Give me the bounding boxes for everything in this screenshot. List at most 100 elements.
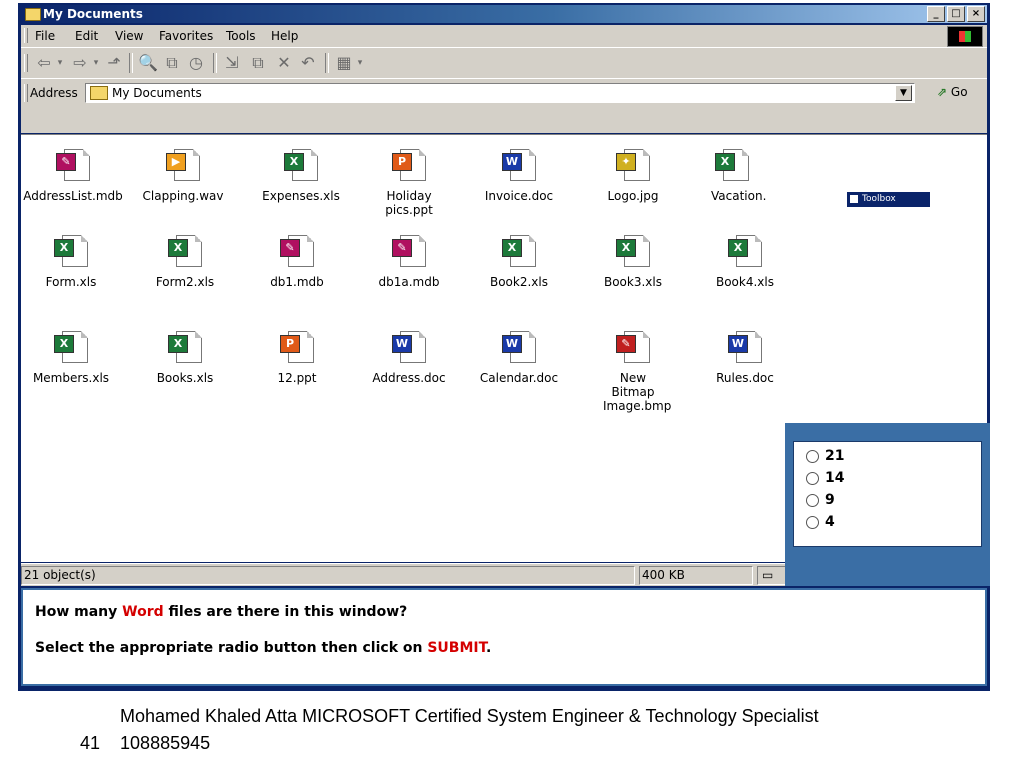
file-name: Book4.xls (715, 275, 774, 289)
word-file-icon: W (502, 331, 536, 365)
toolbox-tab[interactable]: Toolbox (846, 191, 931, 208)
file-name: Expenses.xls (262, 189, 340, 203)
toolbar-separator (129, 53, 133, 73)
file-name: Books.xls (156, 371, 214, 385)
minimize-button[interactable]: _ (927, 6, 945, 22)
address-grip[interactable] (24, 84, 28, 102)
forward-dropdown-icon[interactable]: ▾ (91, 52, 101, 74)
views-icon[interactable]: ▦ (333, 52, 355, 74)
back-icon[interactable]: ⇦ (33, 52, 55, 74)
file-item[interactable]: ✎ New Bitmap Image.bmp (583, 331, 683, 413)
search-icon[interactable]: 🔍 (137, 52, 159, 74)
file-item[interactable]: ✎ db1.mdb (247, 235, 347, 289)
address-dropdown-icon[interactable]: ▼ (895, 85, 912, 101)
back-dropdown-icon[interactable]: ▾ (55, 52, 65, 74)
file-name: db1.mdb (270, 275, 324, 289)
history-icon[interactable]: ◷ (185, 52, 207, 74)
go-arrow-icon: ⇗ (937, 85, 948, 99)
views-dropdown-icon[interactable]: ▾ (355, 52, 365, 74)
file-item[interactable]: X Book4.xls (695, 235, 795, 289)
excel-file-icon: X (54, 331, 88, 365)
radio-button[interactable] (806, 515, 819, 529)
file-item[interactable]: X Form2.xls (135, 235, 235, 289)
file-item[interactable]: W Calendar.doc (469, 331, 569, 385)
window-chrome: File Edit View Favorites Tools Help ⇦ ▾ … (21, 25, 987, 133)
file-name: db1a.mdb (378, 275, 440, 289)
image-file-icon: ✦ (616, 149, 650, 183)
toolbar-separator (213, 53, 217, 73)
answer-option[interactable]: 4 (806, 514, 835, 530)
file-item[interactable]: W Invoice.doc (469, 149, 569, 203)
up-folder-icon[interactable]: ⬏ (103, 52, 125, 74)
file-name: New Bitmap Image.bmp (603, 371, 672, 413)
answer-panel: 21 14 9 4 (785, 423, 990, 586)
file-item[interactable]: ✎ db1a.mdb (359, 235, 459, 289)
move-to-icon[interactable]: ⇲ (221, 52, 243, 74)
menu-tools[interactable]: Tools (226, 29, 256, 43)
menu-edit[interactable]: Edit (75, 29, 98, 43)
folder-icon (90, 86, 108, 100)
file-name: Book2.xls (489, 275, 548, 289)
menu-file[interactable]: File (35, 29, 55, 43)
file-item[interactable]: P 12.ppt (247, 331, 347, 385)
answer-option[interactable]: 14 (806, 470, 844, 486)
radio-button[interactable] (806, 471, 819, 485)
folder-icon (25, 8, 41, 21)
file-item[interactable]: X Book3.xls (583, 235, 683, 289)
file-item[interactable]: ✎ AddressList.mdb (23, 149, 123, 203)
title-bar[interactable]: My Documents _ □ × (21, 5, 987, 23)
word-file-icon: W (502, 149, 536, 183)
footer-info: 41 108885945 (80, 733, 210, 754)
file-item[interactable]: W Rules.doc (695, 331, 795, 385)
answer-option[interactable]: 21 (806, 448, 844, 464)
menu-grip[interactable] (24, 28, 28, 43)
phone-number: 108885945 (120, 733, 211, 753)
file-name: Clapping.wav (142, 189, 224, 203)
excel-file-icon: X (168, 331, 202, 365)
toolbar-grip[interactable] (24, 54, 28, 72)
go-label: Go (950, 85, 968, 99)
address-input[interactable]: My Documents ▼ (85, 83, 915, 103)
file-name: Address.doc (372, 371, 446, 385)
file-item[interactable]: ✦ Logo.jpg (583, 149, 683, 203)
menu-help[interactable]: Help (271, 29, 298, 43)
explorer-window: My Documents _ □ × File Edit View Favori… (18, 3, 990, 691)
undo-icon[interactable]: ↶ (297, 52, 319, 74)
answer-options: 21 14 9 4 (793, 441, 982, 547)
standard-toolbar: ⇦ ▾ ⇨ ▾ ⬏ 🔍 ⧉ ◷ ⇲ ⧉ ✕ ↶ ▦ ▾ (21, 48, 987, 79)
go-button[interactable]: ⇗ Go (937, 85, 968, 99)
status-object-count: 21 object(s) (21, 566, 635, 585)
file-item[interactable]: ▶ Clapping.wav (133, 149, 233, 203)
file-name: Book3.xls (603, 275, 662, 289)
menu-favorites[interactable]: Favorites (159, 29, 213, 43)
file-name: Members.xls (32, 371, 110, 385)
file-item[interactable]: W Address.doc (359, 331, 459, 385)
file-item[interactable]: P Holiday pics.ppt (359, 149, 459, 217)
delete-icon[interactable]: ✕ (273, 52, 295, 74)
file-item[interactable]: X Vacation. (711, 149, 811, 203)
file-name: Form2.xls (155, 275, 215, 289)
maximize-button[interactable]: □ (947, 6, 965, 22)
file-item[interactable]: X Form.xls (21, 235, 121, 289)
file-name: Invoice.doc (484, 189, 554, 203)
folders-icon[interactable]: ⧉ (161, 52, 183, 74)
footer-credit: Mohamed Khaled Atta MICROSOFT Certified … (120, 706, 819, 726)
radio-button[interactable] (806, 493, 819, 507)
address-value: My Documents (112, 86, 202, 100)
address-label: Address (30, 86, 78, 100)
radio-button[interactable] (806, 449, 819, 463)
copy-to-icon[interactable]: ⧉ (247, 52, 269, 74)
file-item[interactable]: X Expenses.xls (251, 149, 351, 203)
answer-option[interactable]: 9 (806, 492, 835, 508)
forward-icon[interactable]: ⇨ (69, 52, 91, 74)
close-button[interactable]: × (967, 6, 985, 22)
file-name: Form.xls (45, 275, 97, 289)
access-file-icon: ✎ (392, 235, 426, 269)
status-size: 400 KB (639, 566, 753, 585)
file-name: Holiday pics.ppt (385, 189, 433, 217)
excel-file-icon: X (168, 235, 202, 269)
menu-view[interactable]: View (115, 29, 143, 43)
file-item[interactable]: X Books.xls (135, 331, 235, 385)
file-item[interactable]: X Members.xls (21, 331, 121, 385)
file-item[interactable]: X Book2.xls (469, 235, 569, 289)
